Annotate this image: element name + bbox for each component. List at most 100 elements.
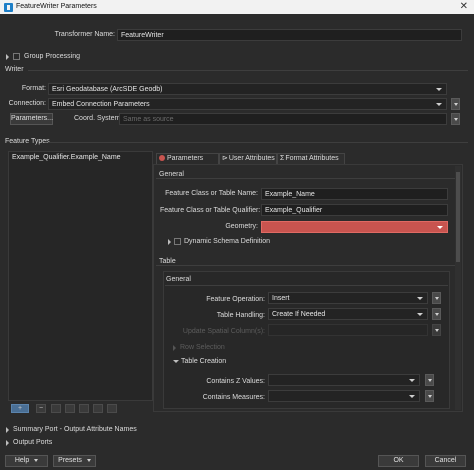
tab-user-attributes[interactable]: ⊳User Attributes [219,153,277,164]
move-top-button[interactable] [79,404,89,413]
qualifier-input[interactable]: Example_Qualifier [261,204,448,216]
presets-button[interactable]: Presets [53,455,96,467]
chevron-down-icon [436,103,442,106]
cancel-button[interactable]: Cancel [425,455,466,467]
qualifier-label: Feature Class or Table Qualifier: [160,207,261,214]
ok-button[interactable]: OK [378,455,419,467]
feature-types-list: Example_Qualifier.Example_Name [8,151,153,401]
table-handling-value: Create If Needed [272,311,326,318]
dynamic-schema-expand-icon[interactable] [168,239,171,245]
row-selection-label: Row Selection [180,344,225,351]
chevron-down-icon [86,458,91,462]
coord-system-label: Coord. System: [74,115,123,122]
group-processing-expand-icon[interactable] [6,54,9,60]
table-general-divider [165,285,448,286]
connection-options-button[interactable] [451,98,460,110]
transformer-name-input[interactable]: FeatureWriter [117,29,462,41]
summary-port-expand-icon[interactable] [6,427,9,433]
table-creation-collapse-icon[interactable] [173,360,179,363]
chevron-down-icon [417,297,423,300]
app-icon [4,3,13,12]
add-feature-type-button[interactable]: + [11,404,29,413]
format-dropdown[interactable]: Esri Geodatabase (ArcSDE Geodb) [48,83,447,95]
window-title: FeatureWriter Parameters [16,3,97,10]
format-value: Esri Geodatabase (ArcSDE Geodb) [52,86,163,93]
table-general-label: General [166,276,191,283]
tab-user-attributes-label: User Attributes [228,155,275,162]
summary-port-label: Summary Port - Output Attribute Names [13,426,137,433]
format-attributes-icon: Σ [280,155,285,162]
coord-system-input[interactable]: Same as source [119,113,447,125]
dynamic-schema-label: Dynamic Schema Definition [184,238,270,245]
chevron-down-icon [436,88,442,91]
feature-type-item[interactable]: Example_Qualifier.Example_Name [12,154,121,161]
writer-divider [28,70,468,71]
transformer-name-label: Transformer Name: [54,31,115,38]
contains-measures-dropdown[interactable] [268,390,420,402]
feature-operation-value: Insert [272,295,290,302]
group-processing-label: Group Processing [24,53,81,60]
update-spatial-dropdown[interactable] [268,324,428,336]
output-ports-label: Output Ports [13,439,53,446]
contains-z-dropdown[interactable] [268,374,420,386]
title-bar: FeatureWriter Parameters ✕ [0,0,474,14]
table-creation-label: Table Creation [181,358,227,365]
output-ports-expand-icon[interactable] [6,440,9,446]
parameters-scrollbar[interactable] [455,166,461,410]
chevron-down-icon [34,458,39,462]
tab-parameters[interactable]: Parameters [156,153,219,164]
feature-operation-options-button[interactable] [432,292,441,304]
tab-format-attributes[interactable]: ΣFormat Attributes [277,153,345,164]
update-spatial-label: Update Spatial Column(s): [182,328,265,335]
scrollbar-thumb[interactable] [456,172,460,262]
parameters-icon [159,155,165,162]
table-handling-dropdown[interactable]: Create If Needed [268,308,428,320]
table-handling-label: Table Handling: [216,312,265,319]
general-section-label: General [159,171,184,178]
table-name-input[interactable]: Example_Name [261,188,448,200]
coord-system-options-button[interactable] [451,113,460,125]
connection-value: Embed Connection Parameters [52,101,150,108]
help-button[interactable]: Help [5,455,48,467]
chevron-down-icon [417,313,423,316]
chevron-down-icon [437,226,443,229]
plus-icon: + [17,405,23,412]
geometry-label: Geometry: [225,223,258,230]
coord-system-placeholder: Same as source [123,116,174,123]
feature-types-section-label: Feature Types [5,138,50,145]
move-down-button[interactable] [65,404,75,413]
table-section-label: Table [159,258,176,265]
connection-dropdown[interactable]: Embed Connection Parameters [48,98,447,110]
presets-button-label: Presets [58,457,82,464]
tab-format-attributes-label: Format Attributes [285,155,339,162]
contains-measures-label: Contains Measures: [202,394,265,401]
format-label: Format: [21,85,46,92]
geometry-dropdown[interactable] [261,221,448,233]
duplicate-button[interactable] [107,404,117,413]
group-processing-checkbox[interactable] [13,53,20,60]
minus-icon: − [38,405,44,412]
row-selection-expand-icon[interactable] [173,345,176,351]
feature-operation-label: Feature Operation: [206,296,265,303]
tab-parameters-label: Parameters [167,155,204,162]
remove-feature-type-button[interactable]: − [36,404,46,413]
user-attributes-icon: ⊳ [222,155,228,162]
parameters-button[interactable]: Parameters... [10,113,53,125]
connection-label: Connection: [8,100,46,107]
contains-z-options-button[interactable] [425,374,434,386]
chevron-down-icon [409,379,415,382]
contains-z-label: Contains Z Values: [206,378,265,385]
move-bottom-button[interactable] [93,404,103,413]
feature-operation-dropdown[interactable]: Insert [268,292,428,304]
move-up-button[interactable] [51,404,61,413]
table-handling-options-button[interactable] [432,308,441,320]
help-button-label: Help [14,457,30,464]
feature-types-divider [48,142,468,143]
table-name-label: Feature Class or Table Name: [165,190,258,197]
general-divider [156,178,460,179]
table-divider [156,265,460,266]
close-icon[interactable]: ✕ [460,1,468,12]
update-spatial-options-button[interactable] [432,324,441,336]
dynamic-schema-checkbox[interactable] [174,238,181,245]
contains-measures-options-button[interactable] [425,390,434,402]
